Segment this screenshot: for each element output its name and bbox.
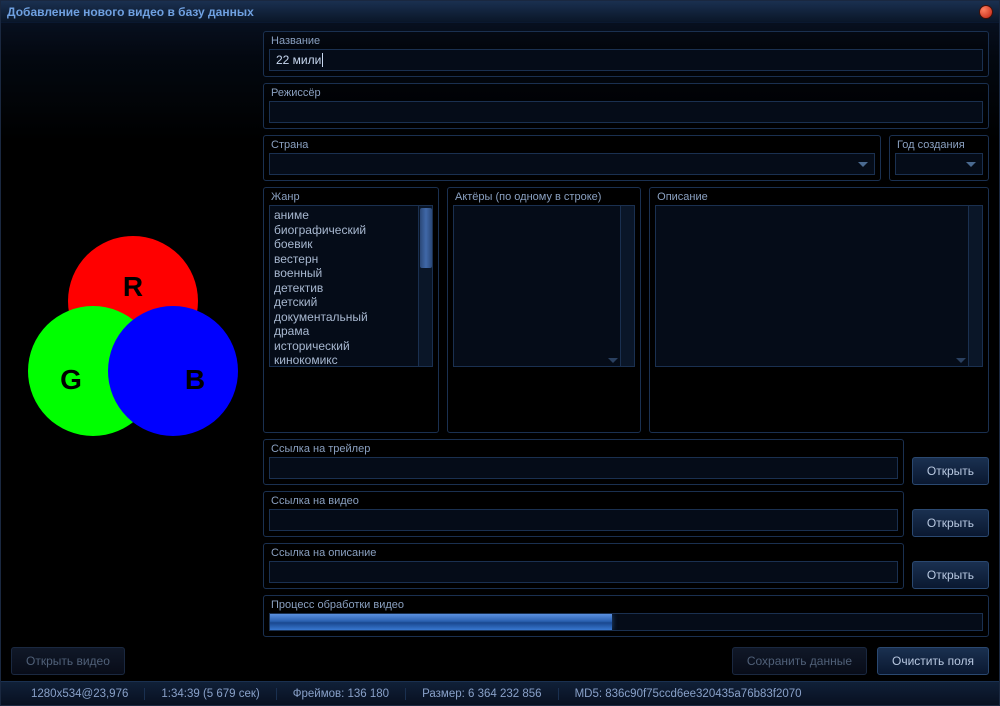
trailer-input[interactable]: [269, 457, 898, 479]
chevron-down-icon: [858, 162, 868, 167]
desc-link-input[interactable]: [269, 561, 898, 583]
clear-button[interactable]: Очистить поля: [877, 647, 989, 675]
video-input[interactable]: [269, 509, 898, 531]
description-scrollbar[interactable]: [968, 206, 982, 366]
save-button[interactable]: Сохранить данные: [732, 647, 867, 675]
chevron-down-icon: [608, 358, 618, 363]
chevron-down-icon: [956, 358, 966, 363]
svg-text:B: B: [185, 364, 205, 395]
actors-textarea[interactable]: [453, 205, 635, 367]
actors-scrollbar[interactable]: [620, 206, 634, 366]
director-group: Режиссёр: [263, 83, 989, 129]
genre-option[interactable]: вестерн: [274, 252, 414, 267]
lists-row: Жанр анимебиографическийбоевиквестернвое…: [263, 187, 989, 433]
title-group: Название 22 мили: [263, 31, 989, 77]
director-input[interactable]: [269, 101, 983, 123]
status-duration: 1:34:39 (5 679 сек): [145, 688, 276, 700]
close-icon[interactable]: [979, 5, 993, 19]
title-input-text: 22 мили: [276, 53, 321, 67]
year-combo[interactable]: [895, 153, 983, 175]
button-row: Открыть видео Сохранить данные Очистить …: [1, 641, 999, 681]
video-group: Ссылка на видео: [263, 491, 904, 537]
genre-option[interactable]: военный: [274, 266, 414, 281]
description-group: Описание: [649, 187, 989, 433]
status-size: Размер: 6 364 232 856: [406, 688, 558, 700]
country-year-row: Страна Год создания: [263, 135, 989, 181]
year-label: Год создания: [895, 139, 983, 153]
dialog-window: Добавление нового видео в базу данных R …: [0, 0, 1000, 706]
desc-link-row: Ссылка на описание Открыть: [263, 543, 989, 589]
status-resolution: 1280x534@23,976: [11, 688, 145, 700]
genre-option[interactable]: драма: [274, 324, 414, 339]
actors-group: Актёры (по одному в строке): [447, 187, 641, 433]
genre-option[interactable]: аниме: [274, 208, 414, 223]
form-panel: Название 22 мили Режиссёр Страна Год соз…: [263, 31, 989, 637]
trailer-label: Ссылка на трейлер: [269, 443, 898, 457]
country-combo[interactable]: [269, 153, 875, 175]
progress-label: Процесс обработки видео: [269, 599, 983, 613]
open-video-link-button[interactable]: Открыть: [912, 509, 989, 537]
country-group: Страна: [263, 135, 881, 181]
genre-option[interactable]: кинокомикс: [274, 353, 414, 367]
open-desc-button[interactable]: Открыть: [912, 561, 989, 589]
description-label: Описание: [655, 191, 983, 205]
year-group: Год создания: [889, 135, 989, 181]
desc-link-label: Ссылка на описание: [269, 547, 898, 561]
genre-option[interactable]: документальный: [274, 310, 414, 325]
progress-bar: [269, 613, 983, 631]
title-label: Название: [269, 35, 983, 49]
svg-text:G: G: [60, 364, 82, 395]
video-label: Ссылка на видео: [269, 495, 898, 509]
svg-text:R: R: [123, 271, 143, 302]
genre-option[interactable]: биографический: [274, 223, 414, 238]
open-video-button[interactable]: Открыть видео: [11, 647, 125, 675]
titlebar: Добавление нового видео в базу данных: [1, 1, 999, 23]
genre-list-items: анимебиографическийбоевиквестернвоенныйд…: [270, 206, 418, 366]
trailer-group: Ссылка на трейлер: [263, 439, 904, 485]
description-textarea[interactable]: [655, 205, 983, 367]
genre-option[interactable]: боевик: [274, 237, 414, 252]
status-frames: Фреймов: 136 180: [277, 688, 406, 700]
genre-option[interactable]: исторический: [274, 339, 414, 354]
rgb-venn-icon: R G B: [13, 221, 253, 461]
left-panel: R G B: [11, 31, 255, 637]
progress-group: Процесс обработки видео: [263, 595, 989, 637]
text-cursor: [322, 53, 323, 67]
trailer-row: Ссылка на трейлер Открыть: [263, 439, 989, 485]
genre-option[interactable]: детский: [274, 295, 414, 310]
genre-label: Жанр: [269, 191, 433, 205]
chevron-down-icon: [966, 162, 976, 167]
country-label: Страна: [269, 139, 875, 153]
genre-group: Жанр анимебиографическийбоевиквестернвое…: [263, 187, 439, 433]
status-md5: MD5: 836c90f75ccd6ee320435a76b83f2070: [559, 688, 989, 700]
scroll-thumb[interactable]: [420, 208, 432, 268]
actors-label: Актёры (по одному в строке): [453, 191, 635, 205]
genre-listbox[interactable]: анимебиографическийбоевиквестернвоенныйд…: [269, 205, 433, 367]
content-area: R G B Название 22 мили Режиссёр Страна: [1, 23, 999, 641]
genre-option[interactable]: детектив: [274, 281, 414, 296]
progress-fill: [270, 614, 612, 630]
title-input[interactable]: 22 мили: [269, 49, 983, 71]
statusbar: 1280x534@23,976 1:34:39 (5 679 сек) Фрей…: [1, 681, 999, 705]
window-title: Добавление нового видео в базу данных: [7, 5, 979, 19]
desc-link-group: Ссылка на описание: [263, 543, 904, 589]
genre-scrollbar[interactable]: [418, 206, 432, 366]
open-trailer-button[interactable]: Открыть: [912, 457, 989, 485]
director-label: Режиссёр: [269, 87, 983, 101]
video-row: Ссылка на видео Открыть: [263, 491, 989, 537]
